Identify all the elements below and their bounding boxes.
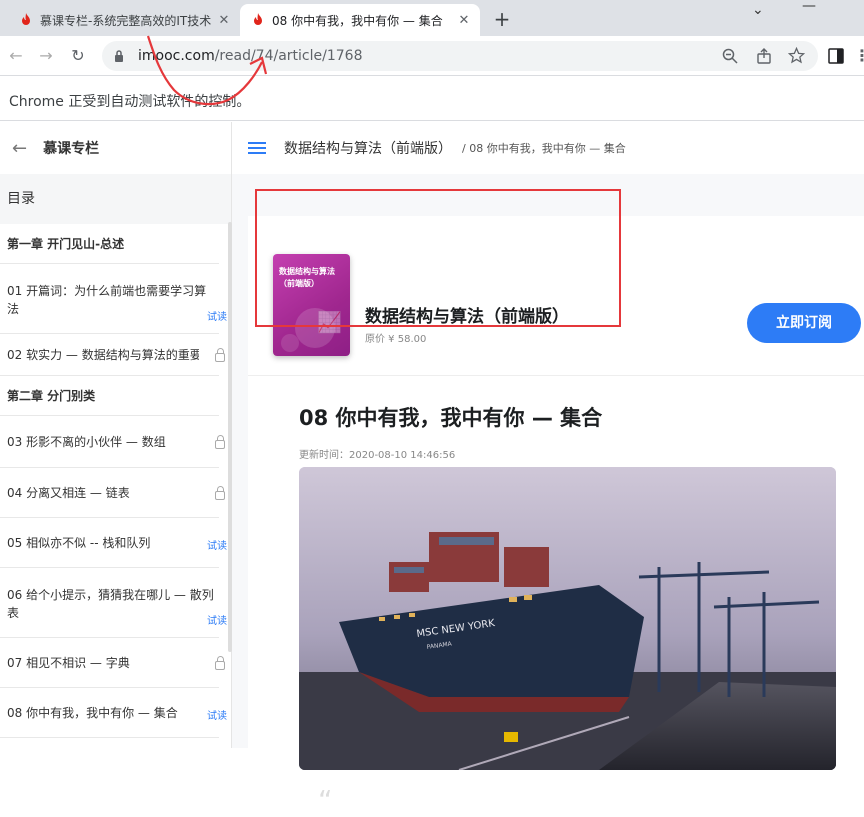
cargo-ship-illustration: MSC NEW YORK PANAMA — [299, 467, 836, 770]
toc-article-item[interactable]: 01 开篇词：为什么前端也需要学习算法 试读 — [0, 264, 227, 334]
tab-bar: 慕课专栏-系统完整高效的IT技术 ✕ 08 你中有我，我中有你 — 集合 ✕ +… — [0, 0, 864, 36]
subscribe-button[interactable]: 立即订阅 — [747, 303, 861, 343]
back-arrow-icon[interactable]: ← — [12, 138, 27, 159]
toc-heading: 目录 — [0, 174, 231, 224]
toc-chapter: 第二章 分门别类 — [0, 376, 219, 416]
main-header: 数据结构与算法（前端版） / 08 你中有我，我中有你 — 集合 — [232, 122, 864, 174]
tab-article[interactable]: 08 你中有我，我中有你 — 集合 ✕ — [240, 4, 480, 36]
trial-badge: 试读 — [207, 541, 227, 552]
lock-icon — [215, 486, 225, 500]
toc-item-label: 02 软实力 — 数据结构与算法的重要 — [7, 348, 199, 362]
share-icon[interactable] — [756, 48, 772, 64]
lock-icon — [215, 435, 225, 449]
toc-item-label: 第一章 开门见山-总述 — [7, 237, 125, 251]
toc-article-item[interactable]: 03 形影不离的小伙伴 — 数组 — [0, 416, 225, 468]
trial-badge: 试读 — [207, 312, 227, 323]
article-title: 08 你中有我，我中有你 — 集合 — [299, 406, 603, 430]
toc-item-label: 01 开篇词：为什么前端也需要学习算法 — [7, 284, 207, 316]
toc-item-label: 07 相见不相识 — 字典 — [7, 656, 130, 670]
tab-title: 08 你中有我，我中有你 — 集合 — [272, 13, 443, 28]
article-hero-image: MSC NEW YORK PANAMA — [299, 467, 836, 770]
toc-article-item[interactable]: 02 软实力 — 数据结构与算法的重要 — [0, 334, 225, 376]
lock-icon — [215, 656, 225, 670]
back-arrow-icon[interactable]: ← — [4, 44, 28, 68]
toc-menu-icon[interactable] — [248, 139, 266, 157]
toc-item-label: 第二章 分门别类 — [7, 389, 96, 403]
sidebar-title: 慕课专栏 — [43, 141, 100, 157]
trial-badge: 试读 — [207, 711, 227, 722]
course-price: 原价 ¥ 58.00 — [365, 334, 427, 345]
tab-imooc-home[interactable]: 慕课专栏-系统完整高效的IT技术 ✕ — [8, 4, 240, 36]
minimize-icon[interactable]: — — [802, 0, 816, 14]
tab-title: 慕课专栏-系统完整高效的IT技术 — [40, 13, 212, 28]
toc-item-label: 03 形影不离的小伙伴 — 数组 — [7, 435, 166, 449]
toc-item-label: 08 你中有我，我中有你 — 集合 — [7, 706, 178, 720]
imooc-flame-icon — [22, 13, 30, 25]
chevron-down-icon[interactable]: ⌄ — [752, 2, 764, 18]
breadcrumb: / 08 你中有我，我中有你 — 集合 — [462, 142, 626, 155]
sidebar-header: ← 慕课专栏 — [0, 122, 231, 174]
toc-item-label: 06 给个小提示，猜猜我在哪儿 — 散列表 — [7, 588, 214, 620]
handwritten-annotation-arrow — [146, 35, 268, 106]
browser-toolbar: ← → ↻ imooc.com/read/74/article/1768 ⋮ — [0, 36, 864, 76]
highlight-annotation-box — [255, 189, 621, 327]
reload-icon[interactable]: ↻ — [66, 44, 90, 68]
trial-badge: 试读 — [207, 616, 227, 627]
menu-kebab-icon[interactable]: ⋮ — [850, 44, 864, 68]
automation-infobar: Chrome 正受到自动测试软件的控制。 — [0, 77, 864, 121]
toc-sidebar: ← 慕课专栏 目录 第一章 开门见山-总述 01 开篇词：为什么前端也需要学习算法… — [0, 122, 232, 748]
toc-article-item[interactable]: 05 相似亦不似 -- 栈和队列 试读 — [0, 518, 227, 568]
forward-arrow-icon[interactable]: → — [34, 44, 58, 68]
side-panel-icon[interactable] — [828, 48, 844, 64]
toc-article-item[interactable]: 07 相见不相识 — 字典 — [0, 638, 225, 688]
column-title[interactable]: 数据结构与算法（前端版） — [284, 138, 452, 158]
close-tab-icon[interactable]: ✕ — [216, 13, 232, 28]
toc-article-item[interactable]: 04 分离又相连 — 链表 — [0, 468, 225, 518]
imooc-flame-icon — [254, 13, 262, 25]
lock-icon — [215, 348, 225, 362]
article-updated-time: 更新时间：2020-08-10 14:46:56 — [299, 450, 456, 461]
toc-list: 第一章 开门见山-总述 01 开篇词：为什么前端也需要学习算法 试读 02 软实力 —… — [0, 224, 231, 738]
lock-icon — [115, 50, 123, 62]
article-body: 08 你中有我，我中有你 — 集合 更新时间：2020-08-10 14:46:… — [248, 376, 864, 817]
bookmark-star-icon[interactable] — [788, 47, 805, 64]
toc-item-label: 05 相似亦不似 -- 栈和队列 — [7, 536, 151, 550]
new-tab-button[interactable]: + — [490, 8, 514, 32]
close-tab-icon[interactable]: ✕ — [456, 13, 472, 28]
toc-article-item[interactable]: 08 你中有我，我中有你 — 集合 试读 — [0, 688, 227, 738]
toc-article-item[interactable]: 06 给个小提示，猜猜我在哪儿 — 散列表 试读 — [0, 568, 227, 638]
toc-item-label: 04 分离又相连 — 链表 — [7, 486, 130, 500]
quote-mark: “ — [318, 784, 333, 817]
toc-chapter: 第一章 开门见山-总述 — [0, 224, 219, 264]
zoom-icon[interactable] — [722, 48, 738, 64]
